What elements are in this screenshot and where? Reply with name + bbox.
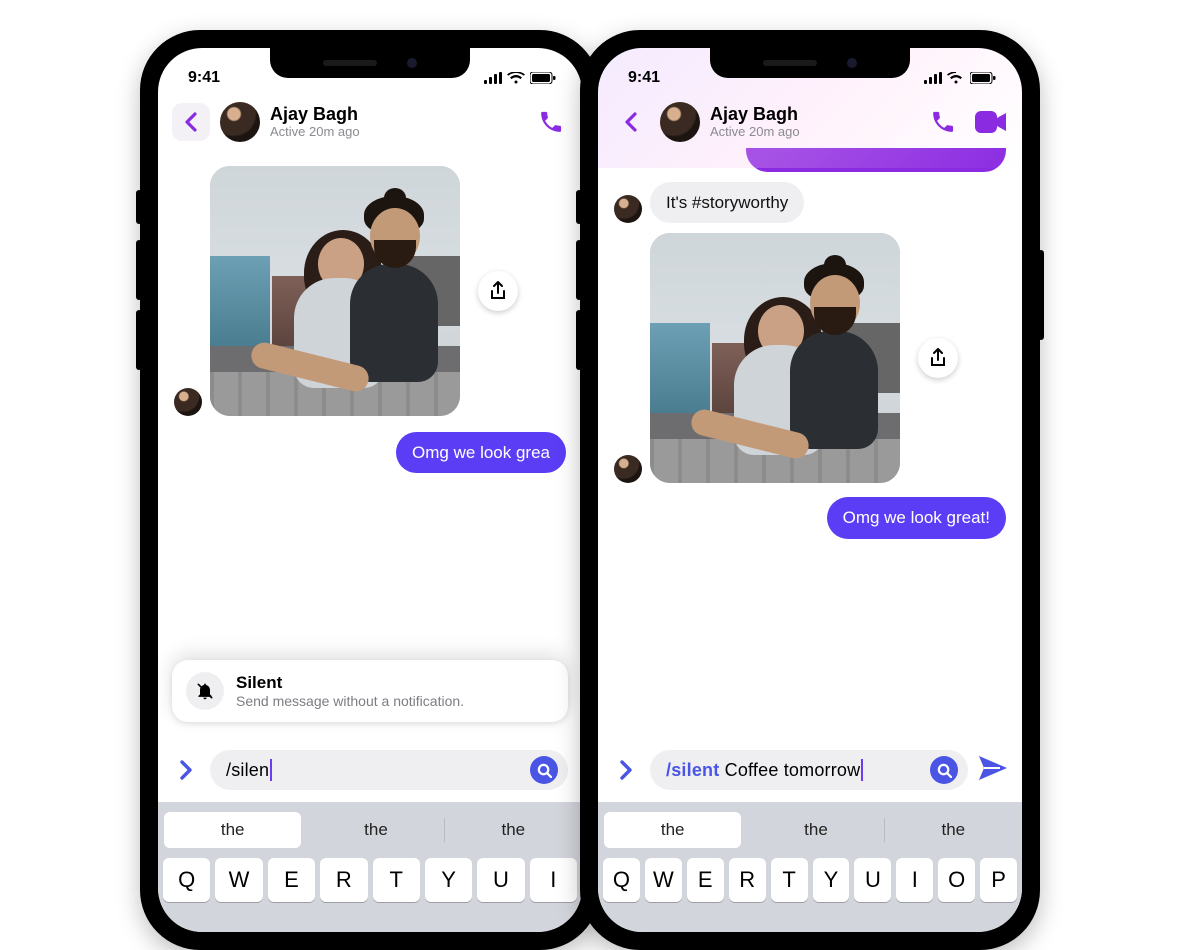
soft-keyboard[interactable]: the the the Q W E R T Y U I [158,802,582,932]
kbd-suggestion[interactable]: the [445,808,582,852]
clock: 9:41 [188,69,220,87]
text-caret [861,759,863,781]
cellular-icon [924,72,942,84]
received-message[interactable]: It's #storyworthy [650,182,804,223]
wifi-icon [947,72,965,84]
kbd-suggestion[interactable]: the [164,812,301,848]
message-input[interactable]: /silent Coffee tomorrow [650,750,968,790]
key[interactable]: Q [163,858,210,902]
key[interactable]: W [215,858,262,902]
back-button[interactable] [612,103,650,141]
sent-message[interactable]: Omg we look great! [827,497,1006,538]
phone-icon [538,109,564,135]
keyboard-row[interactable]: Q W E R T Y U I O P [598,852,1022,902]
contact-presence: Active 20m ago [710,125,800,140]
key[interactable]: E [268,858,315,902]
share-icon [489,281,507,301]
key[interactable]: I [530,858,577,902]
key[interactable]: Y [813,858,850,902]
expand-composer-button[interactable] [612,759,640,781]
sender-avatar[interactable] [614,195,642,223]
kbd-suggestion[interactable]: the [307,808,444,852]
send-icon [978,755,1008,781]
expand-composer-button[interactable] [172,759,200,781]
send-button[interactable] [978,755,1008,786]
chevron-right-icon [179,759,193,781]
message-input[interactable]: /silen [210,750,568,790]
message-composer: /silent Coffee tomorrow [598,738,1022,802]
contact-avatar[interactable] [660,102,700,142]
search-in-input-button[interactable] [530,756,558,784]
key[interactable]: T [373,858,420,902]
key[interactable]: O [938,858,975,902]
suggestion-desc: Send message without a notification. [236,693,464,709]
voice-call-button[interactable] [534,108,568,136]
kbd-suggestion[interactable]: the [885,808,1022,852]
key[interactable]: U [854,858,891,902]
back-button[interactable] [172,103,210,141]
video-icon [975,111,1007,133]
key[interactable]: Y [425,858,472,902]
sender-avatar[interactable] [614,455,642,483]
photo-message[interactable] [210,166,460,416]
contact-presence: Active 20m ago [270,125,360,140]
text-caret [270,759,272,781]
input-text: Coffee tomorrow [719,760,860,780]
chevron-left-icon [184,112,198,132]
contact-avatar[interactable] [220,102,260,142]
sender-avatar[interactable] [174,388,202,416]
input-text: /silen [226,760,269,781]
clock: 9:41 [628,69,660,87]
key[interactable]: I [896,858,933,902]
device-notch [270,48,470,78]
keyboard-suggestions[interactable]: the the the [158,808,582,852]
keyboard-suggestions[interactable]: the the the [598,808,1022,852]
contact-name: Ajay Bagh [710,104,800,125]
chevron-right-icon [619,759,633,781]
cellular-icon [484,72,502,84]
command-suggestion[interactable]: Silent Send message without a notificati… [172,660,568,722]
photo-message[interactable] [650,233,900,483]
search-in-input-button[interactable] [930,756,958,784]
key[interactable]: Q [603,858,640,902]
share-button[interactable] [478,271,518,311]
key[interactable]: U [477,858,524,902]
key[interactable]: R [729,858,766,902]
suggestion-title: Silent [236,673,464,693]
video-call-button[interactable] [974,108,1008,136]
kbd-suggestion[interactable]: the [604,812,741,848]
share-button[interactable] [918,338,958,378]
voice-call-button[interactable] [926,108,960,136]
contact-info[interactable]: Ajay Bagh Active 20m ago [270,104,360,140]
key[interactable]: T [771,858,808,902]
phone-mock-left: 9:41 Ajay Bagh Active 20m ago [140,30,600,950]
phone-icon [930,109,956,135]
chat-header: Ajay Bagh Active 20m ago [158,94,582,150]
kbd-suggestion[interactable]: the [747,808,884,852]
key[interactable]: W [645,858,682,902]
keyboard-row[interactable]: Q W E R T Y U I [158,852,582,902]
key[interactable]: E [687,858,724,902]
input-command: /silent [666,760,719,780]
bell-off-icon [195,681,215,701]
search-icon [937,763,952,778]
chevron-left-icon [624,112,638,132]
device-notch [710,48,910,78]
wifi-icon [507,72,525,84]
key[interactable]: P [980,858,1017,902]
message-composer: /silen [158,738,582,802]
battery-icon [970,72,996,84]
contact-info[interactable]: Ajay Bagh Active 20m ago [710,104,800,140]
soft-keyboard[interactable]: the the the Q W E R T Y U I O P [598,802,1022,932]
contact-name: Ajay Bagh [270,104,360,125]
battery-icon [530,72,556,84]
key[interactable]: R [320,858,367,902]
chat-header: Ajay Bagh Active 20m ago [598,94,1022,150]
share-icon [929,348,947,368]
search-icon [537,763,552,778]
sent-message[interactable]: Omg we look grea [396,432,566,473]
phone-mock-right: 9:41 Ajay Bagh Active 20m ago [580,30,1040,950]
